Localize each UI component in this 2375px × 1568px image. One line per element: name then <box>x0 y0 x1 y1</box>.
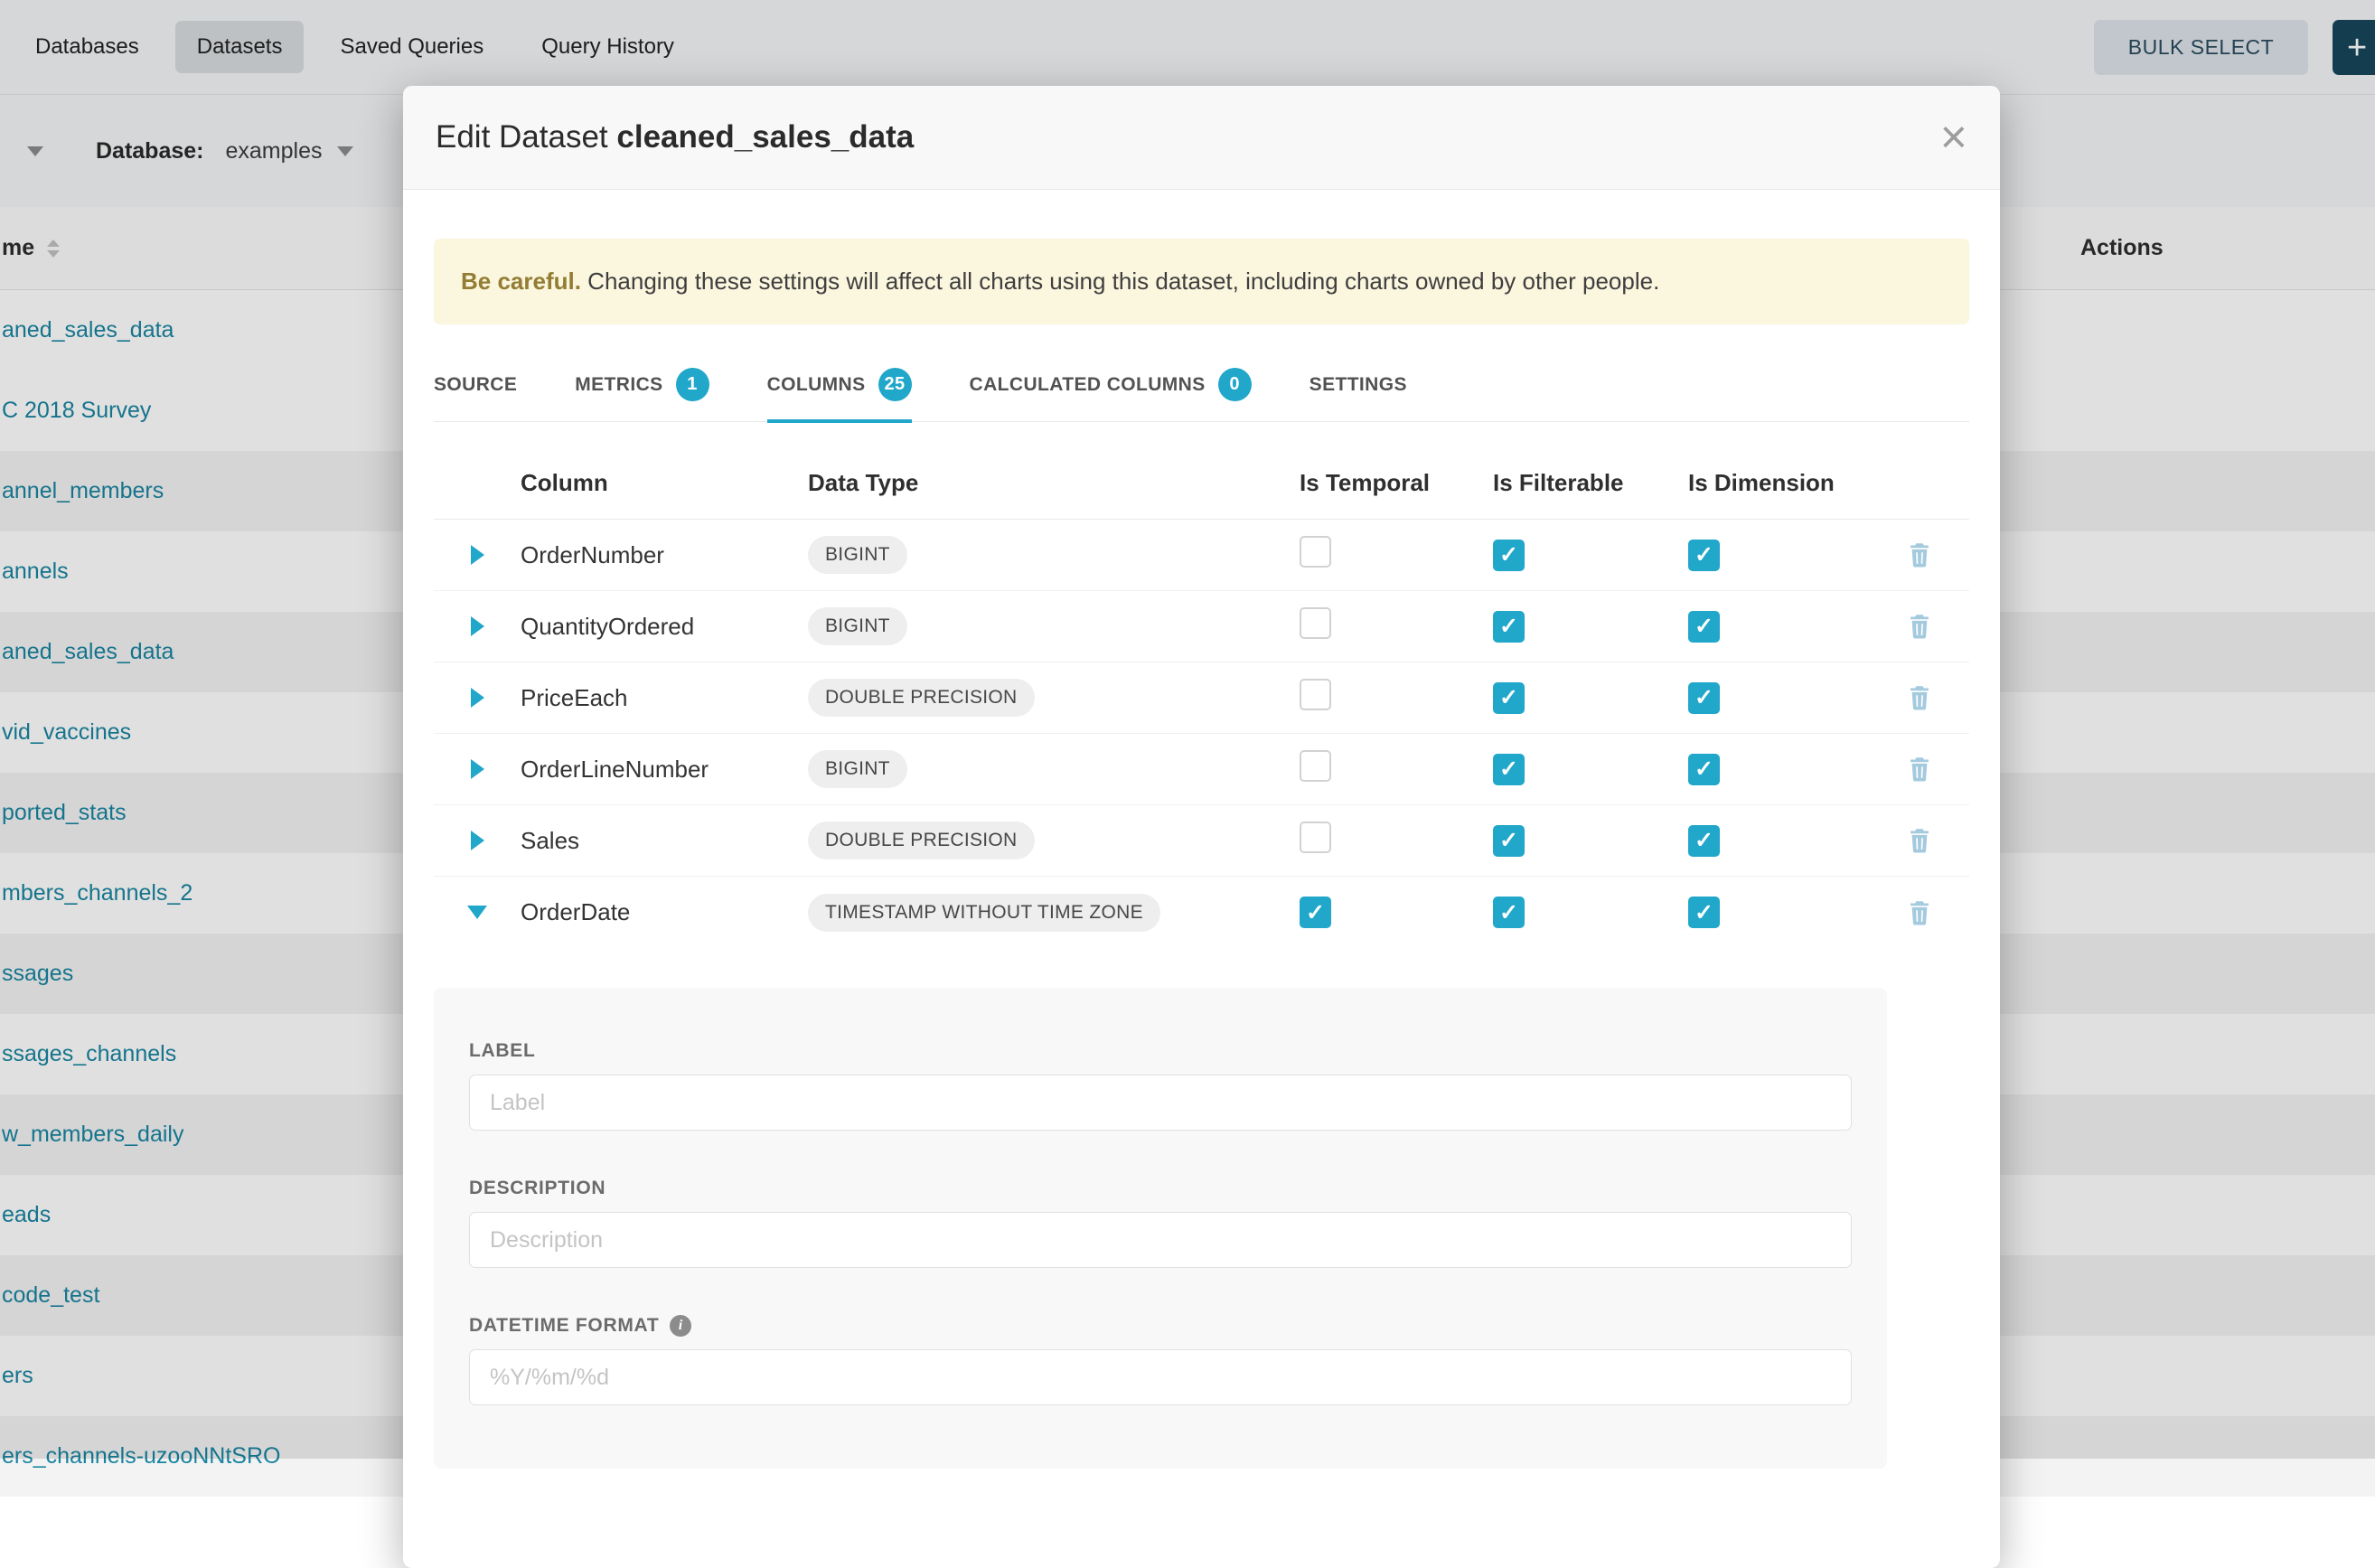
is-dimension-checkbox[interactable] <box>1688 682 1720 714</box>
tab-label: COLUMNS <box>767 374 866 396</box>
edit-dataset-modal: Edit Dataset cleaned_sales_data × Be car… <box>403 86 2000 1568</box>
description-input[interactable] <box>469 1212 1852 1268</box>
data-type-pill: DOUBLE PRECISION <box>808 679 1035 717</box>
header-data-type: Data Type <box>808 469 1300 497</box>
warning-banner: Be careful. Changing these settings will… <box>434 239 1969 324</box>
header-is-dimension: Is Dimension <box>1688 469 1899 497</box>
delete-column-icon[interactable] <box>1904 825 1935 856</box>
is-dimension-checkbox[interactable] <box>1688 897 1720 928</box>
is-temporal-checkbox[interactable] <box>1300 822 1331 853</box>
is-temporal-checkbox[interactable] <box>1300 679 1331 710</box>
column-row: OrderLineNumber BIGINT <box>434 734 1969 805</box>
modal-tab-metrics[interactable]: METRICS 1 <box>575 352 709 421</box>
tab-count-badge: 0 <box>1218 368 1252 401</box>
data-type-pill: BIGINT <box>808 750 907 788</box>
expand-caret-icon[interactable] <box>471 616 484 636</box>
modal-tabs: SOURCE METRICS 1 COLUMNS 25 CALCULATED C… <box>434 352 1969 422</box>
is-temporal-checkbox[interactable] <box>1300 750 1331 782</box>
is-filterable-checkbox[interactable] <box>1493 825 1525 857</box>
is-temporal-checkbox[interactable] <box>1300 607 1331 639</box>
expand-caret-icon[interactable] <box>471 688 484 708</box>
modal-tab-columns[interactable]: COLUMNS 25 <box>767 352 912 421</box>
column-row: Sales DOUBLE PRECISION <box>434 805 1969 877</box>
delete-column-icon[interactable] <box>1904 611 1935 642</box>
datetime-format-field-label: DATETIME FORMAT <box>469 1315 1852 1337</box>
column-name: QuantityOrdered <box>521 613 808 641</box>
header-column: Column <box>521 469 808 497</box>
modal-tab-settings[interactable]: SETTINGS <box>1310 352 1407 421</box>
datetime-format-input[interactable] <box>469 1349 1852 1405</box>
is-filterable-checkbox[interactable] <box>1493 540 1525 571</box>
modal-title: Edit Dataset cleaned_sales_data <box>436 119 914 155</box>
label-field-label: LABEL <box>469 1040 1852 1062</box>
columns-table-header: Column Data Type Is Temporal Is Filterab… <box>434 469 1969 520</box>
column-row: QuantityOrdered BIGINT <box>434 591 1969 662</box>
delete-column-icon[interactable] <box>1904 754 1935 784</box>
modal-tab-calculated-columns[interactable]: CALCULATED COLUMNS 0 <box>970 352 1252 421</box>
is-filterable-checkbox[interactable] <box>1493 897 1525 928</box>
column-name: OrderDate <box>521 898 808 926</box>
is-temporal-checkbox[interactable] <box>1300 536 1331 568</box>
is-dimension-checkbox[interactable] <box>1688 611 1720 643</box>
header-is-temporal: Is Temporal <box>1300 469 1493 497</box>
label-field-group: LABEL <box>469 1040 1852 1131</box>
tab-label: METRICS <box>575 374 662 396</box>
tab-label: SOURCE <box>434 374 517 396</box>
data-type-pill: BIGINT <box>808 607 907 645</box>
info-icon[interactable] <box>670 1315 691 1337</box>
column-row: OrderDate TIMESTAMP WITHOUT TIME ZONE <box>434 877 1969 948</box>
column-name: Sales <box>521 827 808 855</box>
tab-label: SETTINGS <box>1310 374 1407 396</box>
is-dimension-checkbox[interactable] <box>1688 540 1720 571</box>
collapse-caret-icon[interactable] <box>467 906 487 919</box>
column-detail-panel: LABEL DESCRIPTION DATETIME FORMAT <box>434 988 1887 1469</box>
modal-body: Be careful. Changing these settings will… <box>403 239 2000 1469</box>
delete-column-icon[interactable] <box>1904 682 1935 713</box>
datetime-format-field-group: DATETIME FORMAT <box>469 1315 1852 1405</box>
column-name: OrderNumber <box>521 541 808 569</box>
is-dimension-checkbox[interactable] <box>1688 754 1720 785</box>
is-dimension-checkbox[interactable] <box>1688 825 1720 857</box>
delete-column-icon[interactable] <box>1904 540 1935 570</box>
tab-count-badge: 25 <box>878 368 912 401</box>
column-name: OrderLineNumber <box>521 756 808 784</box>
description-field-group: DESCRIPTION <box>469 1178 1852 1268</box>
close-icon[interactable]: × <box>1940 114 1967 161</box>
is-temporal-checkbox[interactable] <box>1300 897 1331 928</box>
label-input[interactable] <box>469 1075 1852 1131</box>
tab-count-badge: 1 <box>676 368 709 401</box>
warning-bold-text: Be careful. <box>461 268 581 295</box>
warning-text: Changing these settings will affect all … <box>581 268 1659 295</box>
description-field-label: DESCRIPTION <box>469 1178 1852 1199</box>
tab-label: CALCULATED COLUMNS <box>970 374 1206 396</box>
modal-title-prefix: Edit Dataset <box>436 119 616 155</box>
delete-column-icon[interactable] <box>1904 897 1935 928</box>
expand-caret-icon[interactable] <box>471 759 484 779</box>
data-type-pill: BIGINT <box>808 536 907 574</box>
is-filterable-checkbox[interactable] <box>1493 754 1525 785</box>
modal-tab-source[interactable]: SOURCE <box>434 352 517 421</box>
columns-table-body: OrderNumber BIGINT QuantityOrdered BIGIN… <box>434 520 1969 948</box>
data-type-pill: TIMESTAMP WITHOUT TIME ZONE <box>808 894 1160 932</box>
column-row: OrderNumber BIGINT <box>434 520 1969 591</box>
modal-dataset-name: cleaned_sales_data <box>616 119 914 155</box>
is-filterable-checkbox[interactable] <box>1493 611 1525 643</box>
expand-caret-icon[interactable] <box>471 545 484 565</box>
is-filterable-checkbox[interactable] <box>1493 682 1525 714</box>
modal-header: Edit Dataset cleaned_sales_data × <box>403 86 2000 190</box>
data-type-pill: DOUBLE PRECISION <box>808 822 1035 859</box>
expand-caret-icon[interactable] <box>471 831 484 850</box>
column-name: PriceEach <box>521 684 808 712</box>
column-row: PriceEach DOUBLE PRECISION <box>434 662 1969 734</box>
header-is-filterable: Is Filterable <box>1493 469 1688 497</box>
